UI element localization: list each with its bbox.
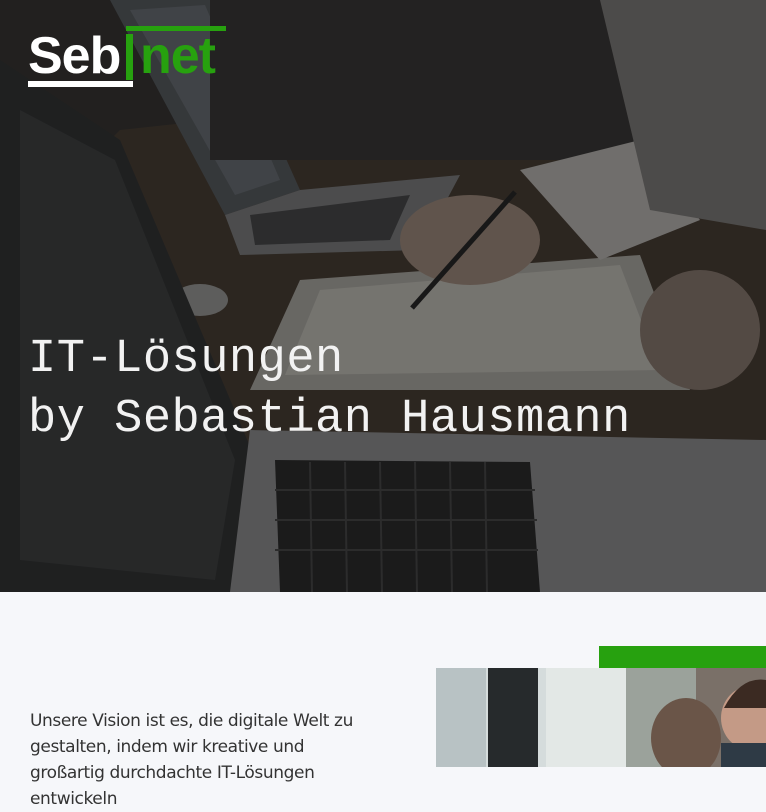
logo-white-underline (28, 81, 133, 87)
logo-text-net: net (140, 27, 216, 85)
logo-green-stem (126, 34, 133, 80)
vision-section: Unsere Vision ist es, die digitale Welt … (0, 592, 766, 809)
green-accent-bar (599, 646, 766, 669)
hero-headline-line-1: IT-Lösungen (28, 333, 344, 386)
team-photo-image (436, 668, 766, 767)
vision-text: Unsere Vision ist es, die digitale Welt … (30, 711, 353, 809)
hero-headline-line-2: by Sebastian Hausmann (28, 393, 631, 446)
sebinet-logo[interactable]: Seb net (28, 26, 233, 90)
logo-green-topbar (126, 26, 226, 31)
logo-text-seb: Seb (28, 27, 120, 85)
hero-banner: Seb net IT-Lösungen by Sebastian Hausman… (0, 0, 766, 592)
team-photo (436, 668, 766, 767)
hero-headline: IT-Lösungen by Sebastian Hausmann (28, 330, 631, 450)
